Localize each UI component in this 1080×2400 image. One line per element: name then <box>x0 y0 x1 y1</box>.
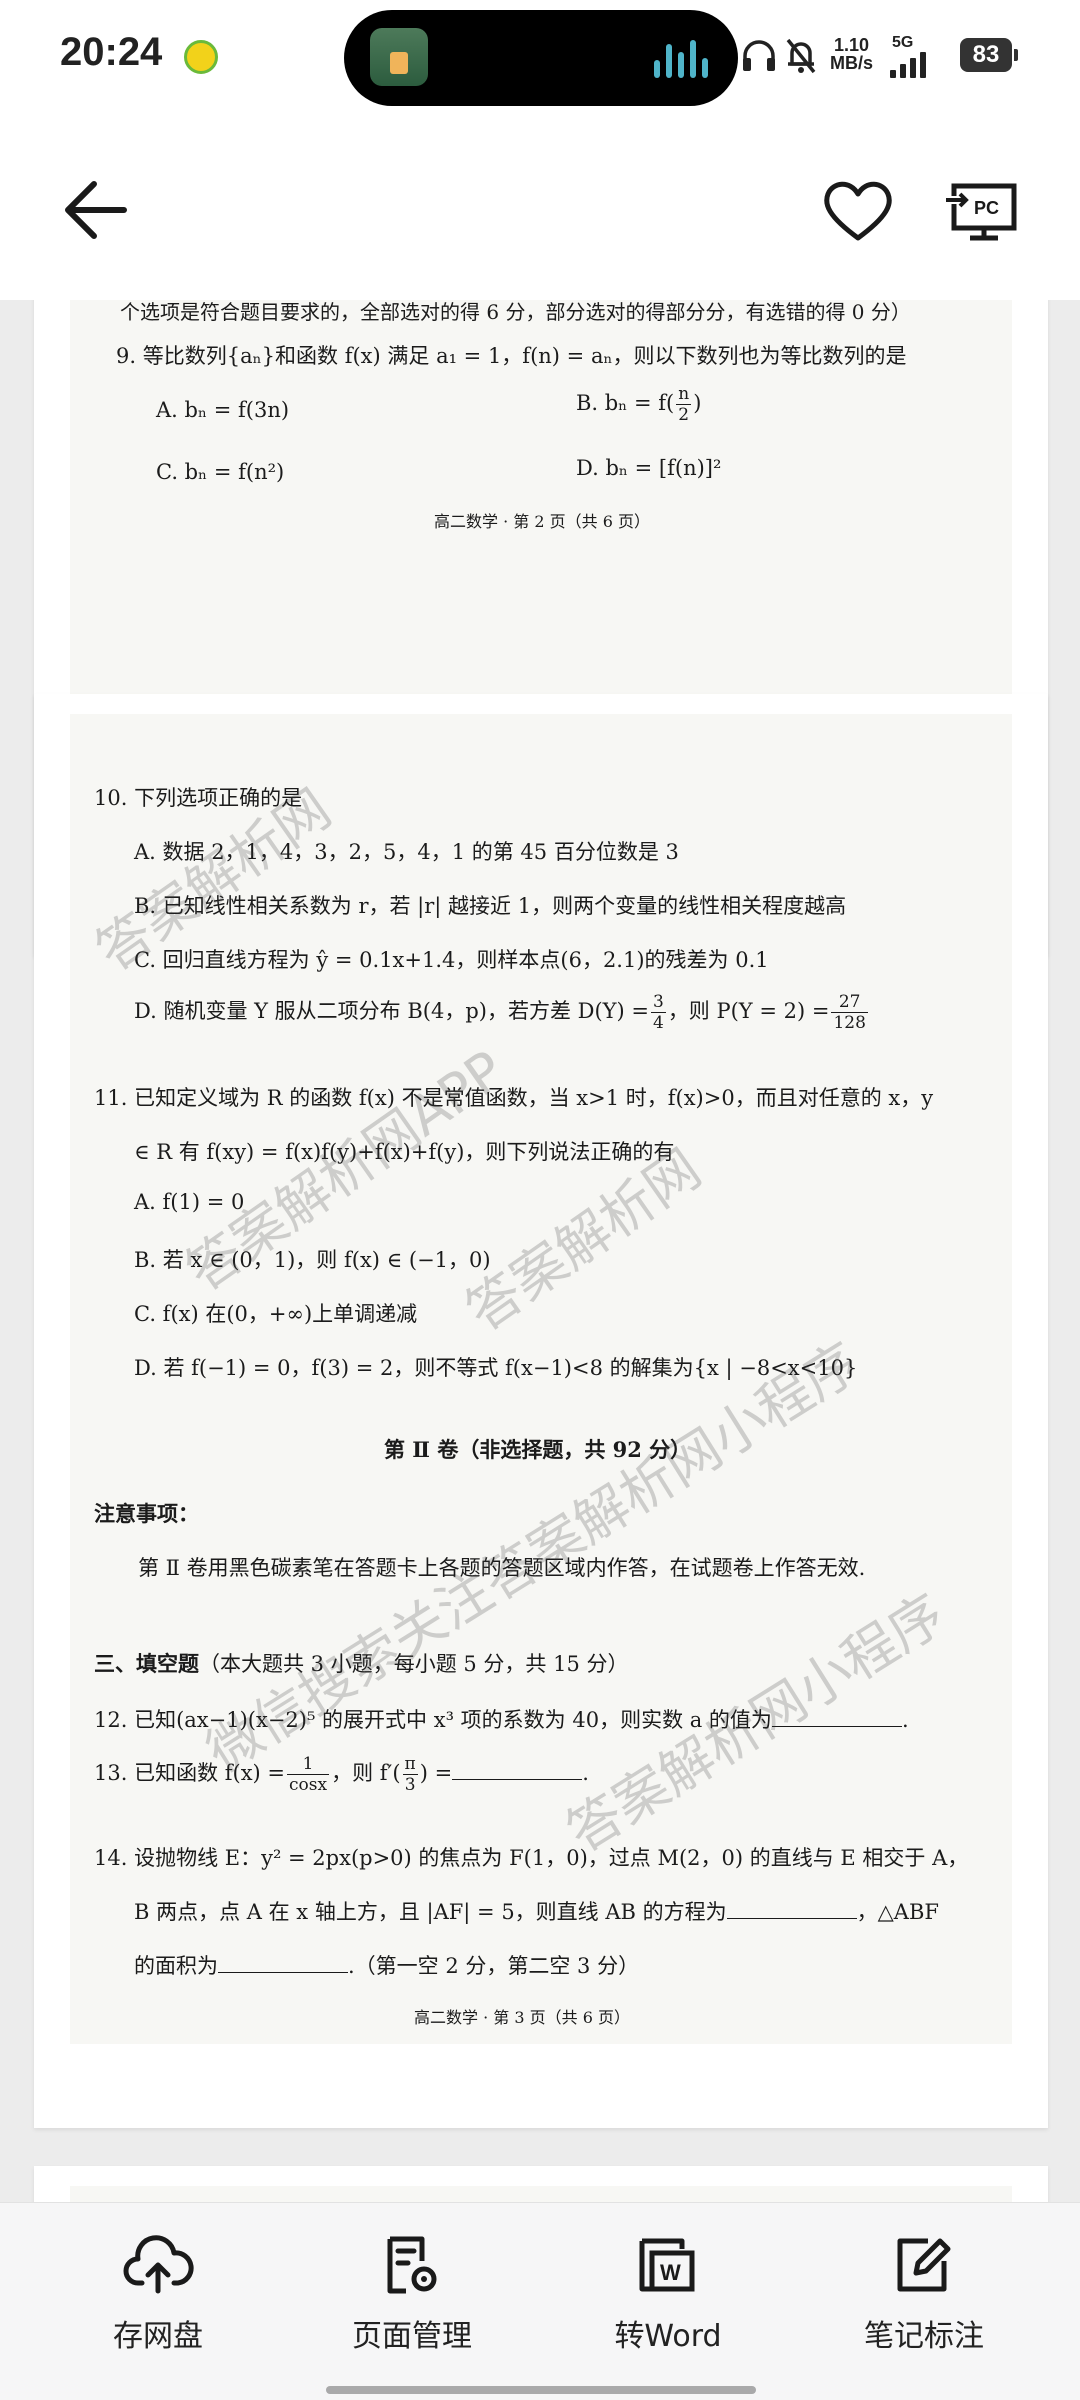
q14-l2-tail: ，△ABF <box>856 1900 939 1924</box>
q10-d-frac2-num: 27 <box>831 992 868 1013</box>
question-12: 12. 已知(ax−1)(x−2)⁵ 的展开式中 x³ 项的系数为 40，则实数… <box>94 1707 909 1732</box>
status-icons: 1.10 MB/s 5G 83 <box>740 30 1040 80</box>
network-speed: 1.10 MB/s <box>830 36 873 72</box>
document-viewer[interactable]: 个选项是符合题目要求的，全部选对的得 6 分，部分选对的得部分分，有选错的得 0… <box>0 300 1080 2202</box>
document-page-3: 10. 下列选项正确的是 A. 数据 2，1，4，3，2，5，4，1 的第 45… <box>34 694 1048 2128</box>
audio-wave-icon <box>654 38 714 78</box>
q9-b-numerator: n <box>676 384 692 405</box>
q13-frac2-den: 3 <box>404 1775 416 1795</box>
word-document-icon: W <box>639 2238 695 2292</box>
notice-title: 注意事项： <box>94 1501 199 1526</box>
convert-to-word-button[interactable]: W 转Word <box>558 2233 778 2373</box>
question-11-line1: 11. 已知定义域为 R 的函数 f(x) 不是常值函数，当 x>1 时，f(x… <box>94 1086 934 1110</box>
network-type: 5G <box>892 34 914 51</box>
question-13: 13. 已知函数 f(x) = 1 cosx ，则 f′(π 3) =. <box>94 1754 589 1795</box>
section-3-title: 三、填空题 <box>94 1651 199 1676</box>
app-bar: PC <box>0 110 1080 300</box>
status-bar: 20:24 1.10 MB/s 5G 83 <box>0 0 1080 110</box>
question-14-line3: 的面积为 .（第一空 2 分，第二空 3 分） <box>134 1950 639 1980</box>
svg-text:PC: PC <box>974 198 999 218</box>
q11-option-c: C. f(x) 在(0，+∞)上单调递减 <box>134 1302 418 1326</box>
question-10: 10. 下列选项正确的是 <box>94 786 303 810</box>
answer-blank <box>726 1899 857 1919</box>
q11-option-d: D. 若 f(−1) = 0，f(3) = 2，则不等式 f(x−1)<8 的解… <box>134 1356 858 1380</box>
q10-d-frac1-num: 3 <box>650 992 666 1013</box>
q13-mid: ，则 f′( <box>331 1761 401 1785</box>
q9-option-d: D. bₙ = [f(n)]² <box>576 456 722 480</box>
page-manage-button[interactable]: 页面管理 <box>302 2233 522 2373</box>
cloud-upload-icon <box>123 2235 194 2294</box>
page-footer: 高二数学 · 第 3 页（共 6 页） <box>414 2008 630 2027</box>
q13-post: ) = <box>419 1761 453 1785</box>
q10-d-frac1-den: 4 <box>652 1013 664 1033</box>
status-time: 20:24 <box>60 30 163 74</box>
notes-annotate-button[interactable]: 笔记标注 <box>814 2233 1034 2373</box>
q11-option-b: B. 若 x ∈ (0，1)，则 f(x) ∈ (−1，0) <box>134 1248 491 1272</box>
answer-blank <box>452 1760 583 1780</box>
notice-text: 第 Ⅱ 卷用黑色碳素笔在答题卡上各题的答题区域内作答，在试题卷上作答无效. <box>138 1556 866 1580</box>
net-speed-unit: MB/s <box>830 53 874 73</box>
q13-pre: 13. 已知函数 f(x) = <box>94 1761 286 1785</box>
cast-to-pc-icon[interactable]: PC <box>944 174 1024 254</box>
q9-b-post: ) <box>693 391 702 415</box>
scanned-page-area: 10. 下列选项正确的是 A. 数据 2，1，4，3，2，5，4，1 的第 45… <box>70 714 1012 2044</box>
q9-option-b: B. bₙ = f(n 2) <box>576 384 701 425</box>
headphones-icon <box>743 40 775 71</box>
question-9: 9. 等比数列{aₙ}和函数 f(x) 满足 a₁ = 1，f(n) = aₙ，… <box>116 344 907 368</box>
net-speed-value: 1.10 <box>833 35 870 55</box>
section-3-desc: （本大题共 3 小题，每小题 5 分，共 15 分） <box>199 1652 629 1676</box>
battery-icon: 83 <box>960 38 1018 72</box>
page-settings-icon <box>387 2236 437 2294</box>
q11-option-a: A. f(1) = 0 <box>134 1190 245 1214</box>
section-3-heading: 三、填空题（本大题共 3 小题，每小题 5 分，共 15 分） <box>94 1648 629 1678</box>
convert-to-word-label: 转Word <box>614 2319 722 2354</box>
q9-b-pre: B. bₙ = f( <box>576 391 675 415</box>
notes-annotate-label: 笔记标注 <box>864 2319 984 2354</box>
part-2-heading: 第 Ⅱ 卷（非选择题，共 92 分） <box>384 1437 692 1462</box>
q14-l3-text: 的面积为 <box>134 1954 218 1978</box>
save-to-cloud-button[interactable]: 存网盘 <box>48 2233 268 2373</box>
q13-frac-den: cosx <box>289 1775 328 1795</box>
page-text-line: 个选项是符合题目要求的，全部选对的得 6 分，部分选对的得部分分，有选错的得 0… <box>120 300 911 324</box>
mute-bell-icon <box>786 38 816 74</box>
q10-d-frac2-den: 128 <box>833 1013 866 1033</box>
page-manage-label: 页面管理 <box>352 2319 472 2354</box>
save-to-cloud-label: 存网盘 <box>113 2319 203 2354</box>
question-14-line1: 14. 设抛物线 E：y² = 2px(p>0) 的焦点为 F(1，0)，过点 … <box>94 1846 969 1870</box>
q10-d-pre: D. 随机变量 Y 服从二项分布 B(4，p)，若方差 D(Y) = <box>134 999 649 1023</box>
scanned-page-area <box>70 2186 1012 2202</box>
back-arrow-icon[interactable] <box>56 170 136 250</box>
q13-frac-num: 1 <box>287 1754 330 1775</box>
q10-d-mid: ，则 P(Y = 2) = <box>667 999 830 1023</box>
home-indicator[interactable] <box>326 2386 756 2394</box>
media-thumbnail-icon <box>370 28 428 86</box>
app-notification-icon <box>184 40 218 74</box>
q9-option-a: A. bₙ = f(3n) <box>156 398 290 422</box>
q14-l3-tail: .（第一空 2 分，第二空 3 分） <box>348 1954 640 1978</box>
heart-icon[interactable] <box>818 170 898 250</box>
q14-l2-text: B 两点，点 A 在 x 轴上方，且 |AF| = 5，则直线 AB 的方程为 <box>134 1900 727 1924</box>
page-footer: 高二数学 · 第 2 页（共 6 页） <box>434 512 650 531</box>
q9-option-c: C. bₙ = f(n²) <box>156 460 285 484</box>
edit-pen-icon <box>897 2238 951 2292</box>
q12-text: 12. 已知(ax−1)(x−2)⁵ 的展开式中 x³ 项的系数为 40，则实数… <box>94 1708 772 1732</box>
q10-option-c: C. 回归直线方程为 ŷ = 0.1x+1.4，则样本点(6，2.1)的残差为 … <box>134 948 769 972</box>
question-14-line2: B 两点，点 A 在 x 轴上方，且 |AF| = 5，则直线 AB 的方程为 ，… <box>134 1896 939 1926</box>
document-page-4 <box>34 2166 1048 2202</box>
dynamic-island[interactable] <box>344 10 738 106</box>
q10-option-a: A. 数据 2，1，4，3，2，5，4，1 的第 45 百分位数是 3 <box>134 840 679 864</box>
q9-b-denominator: 2 <box>678 405 690 425</box>
q10-option-b: B. 已知线性相关系数为 r，若 |r| 越接近 1，则两个变量的线性相关程度越… <box>134 894 847 918</box>
answer-blank <box>771 1707 902 1727</box>
q10-option-d: D. 随机变量 Y 服从二项分布 B(4，p)，若方差 D(Y) = 3 4 ，则 P… <box>134 992 870 1033</box>
q13-frac2-num: π <box>402 1754 418 1775</box>
svg-text:W: W <box>660 2260 681 2285</box>
answer-blank <box>218 1953 348 1973</box>
bottom-toolbar: 存网盘 页面管理 W 转Word 笔记标注 <box>0 2202 1080 2400</box>
signal-bars-icon <box>890 52 940 78</box>
question-11-line2: ∈ R 有 f(xy) = f(x)f(y)+f(x)+f(y)，则下列说法正确… <box>134 1140 675 1164</box>
